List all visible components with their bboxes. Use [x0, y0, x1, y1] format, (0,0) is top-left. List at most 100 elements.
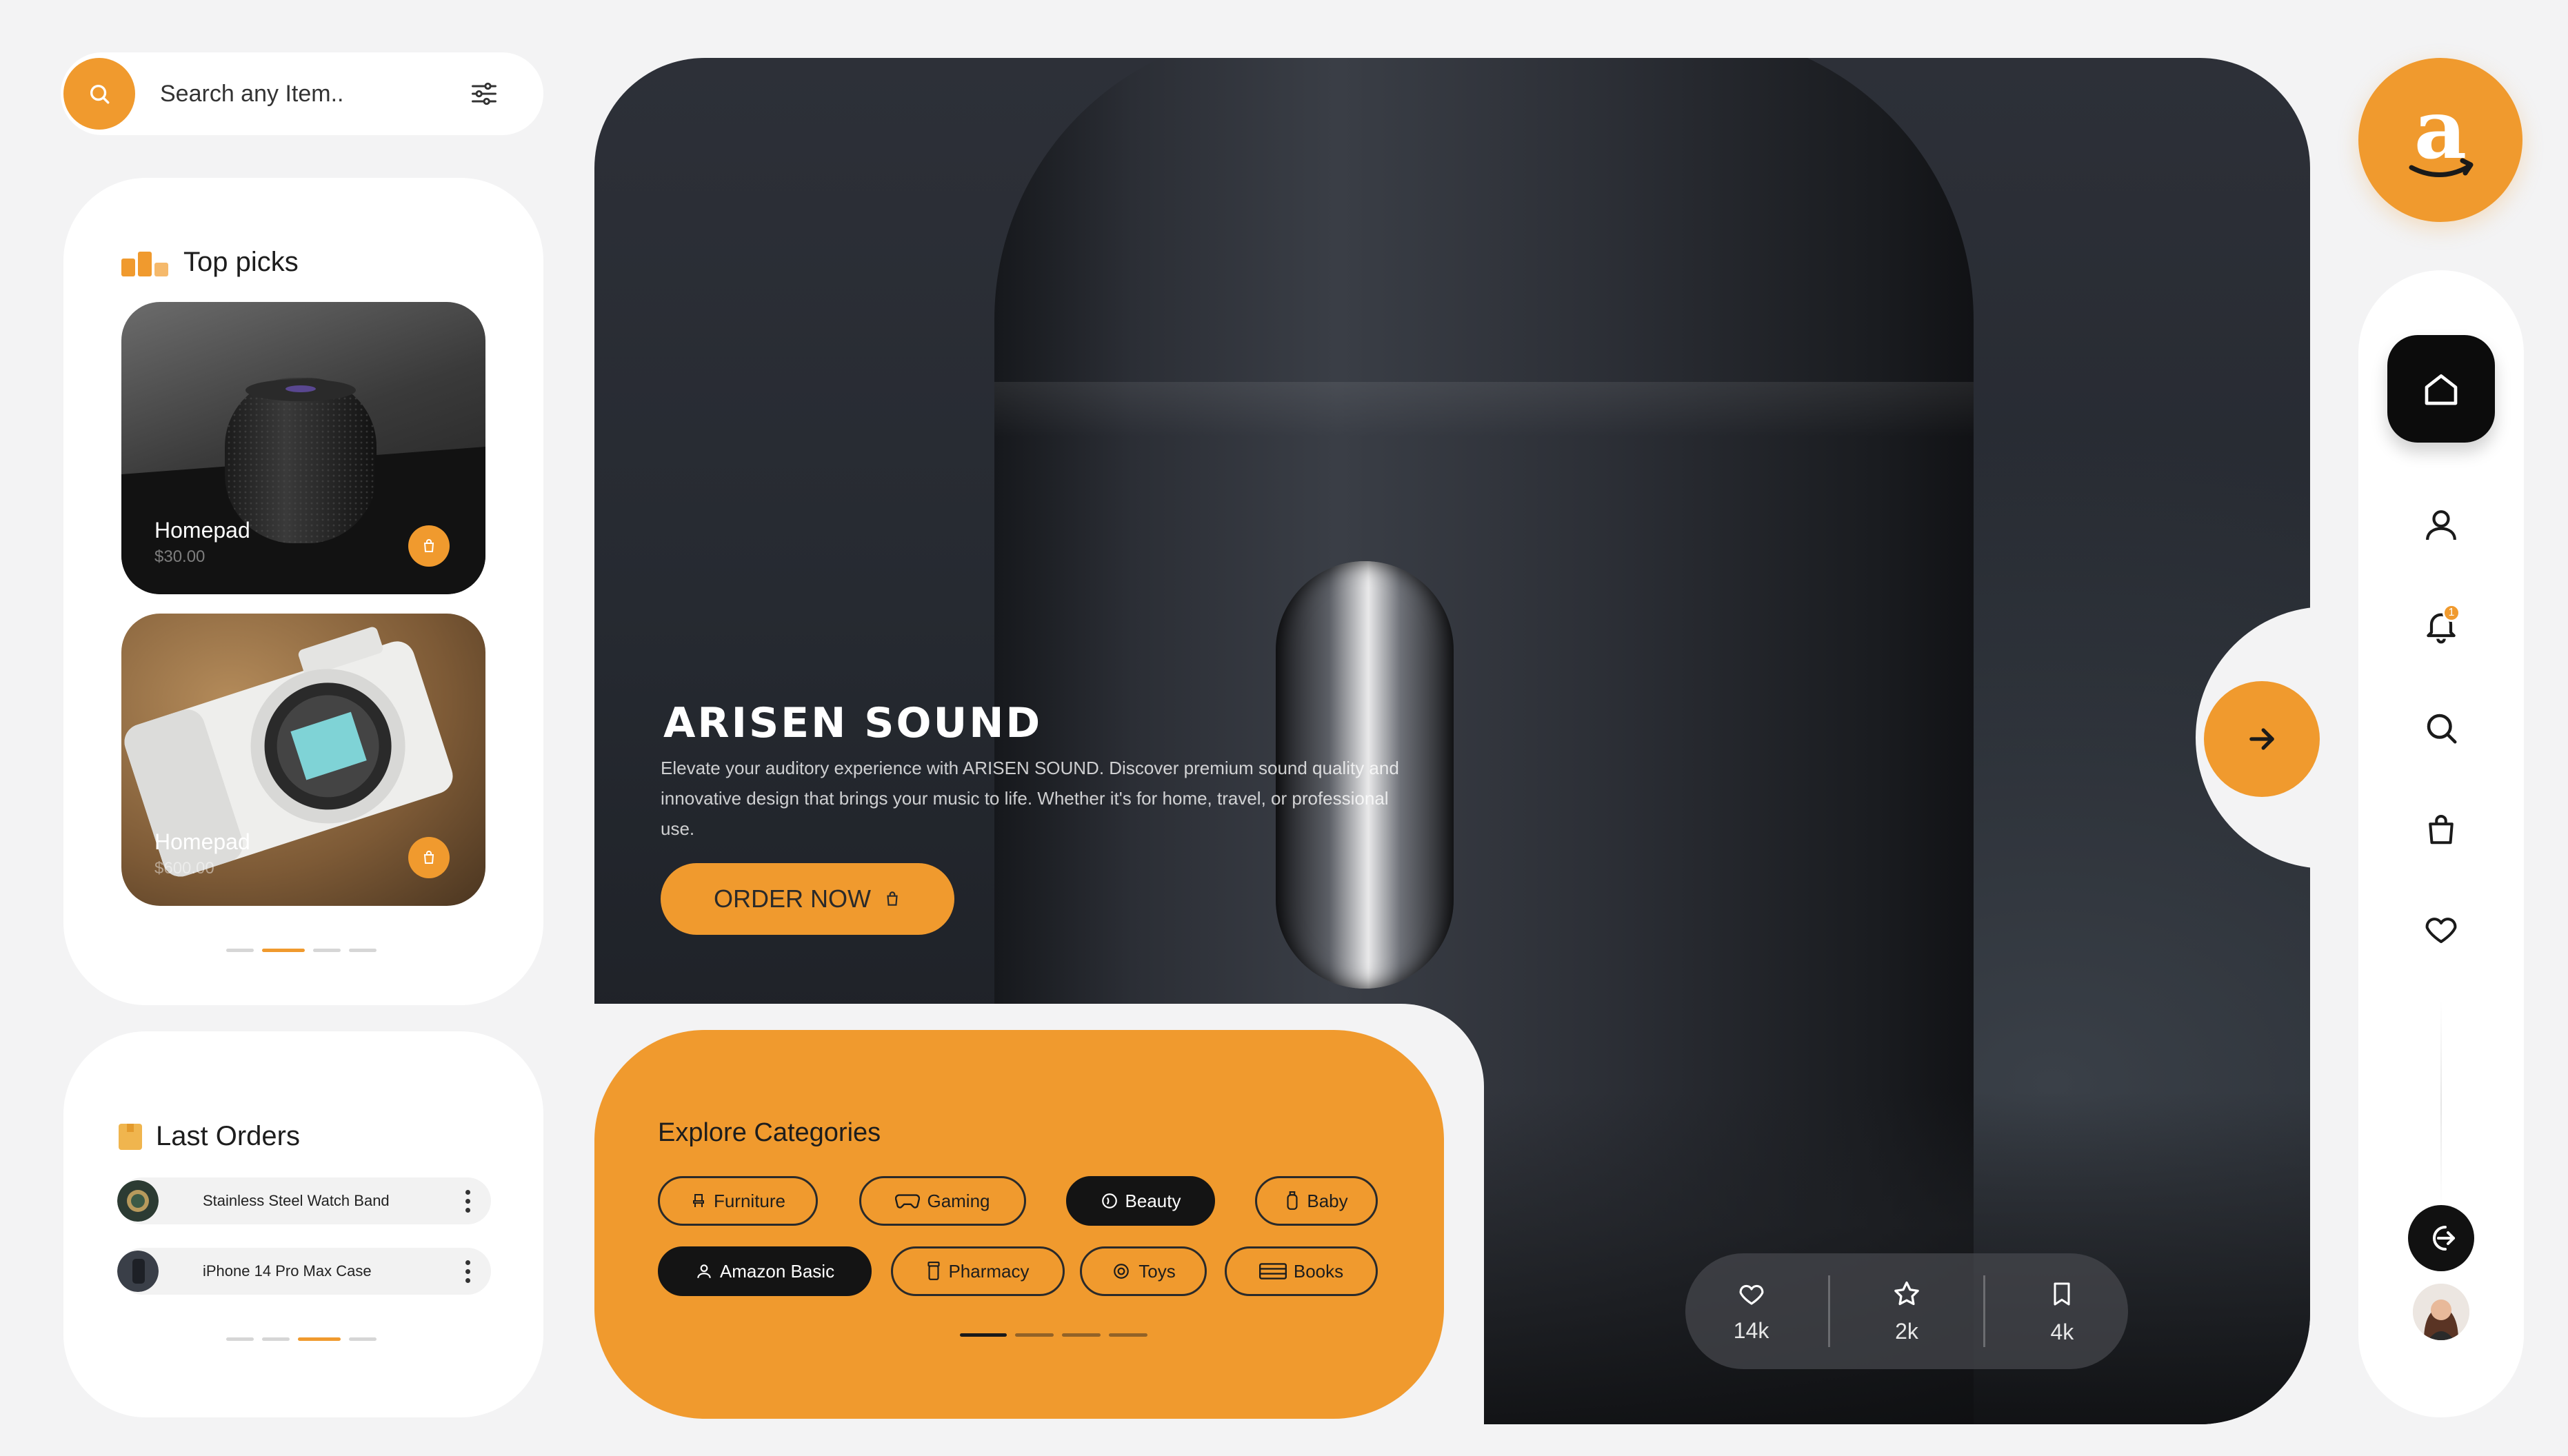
- last-orders-card: Last Orders Stainless Steel Watch Band i…: [63, 1031, 543, 1417]
- pagination-dot[interactable]: [1015, 1333, 1054, 1337]
- category-chip-gaming[interactable]: Gaming: [859, 1176, 1026, 1226]
- more-options-icon[interactable]: [454, 1251, 481, 1292]
- shopping-bag-icon: [2429, 814, 2454, 845]
- search-button[interactable]: [63, 58, 135, 130]
- category-chip-furniture[interactable]: Furniture: [658, 1176, 818, 1226]
- add-to-bag-button[interactable]: [408, 837, 450, 878]
- arrow-right-icon: [2249, 728, 2274, 750]
- heart-icon: [2425, 918, 2457, 944]
- divider: [1827, 1275, 1830, 1347]
- box-icon: [119, 1123, 142, 1150]
- hero-description: Elevate your auditory experience with AR…: [661, 758, 1399, 839]
- search-icon: [90, 84, 110, 104]
- pagination-dot-active[interactable]: [298, 1337, 341, 1341]
- baby-bottle-icon: [1287, 1191, 1298, 1210]
- category-chip-books[interactable]: Books: [1225, 1246, 1378, 1296]
- product-price: $600.00: [154, 859, 214, 878]
- search-input[interactable]: Search any Item..: [160, 81, 463, 108]
- category-chip-beauty[interactable]: Beauty: [1066, 1176, 1215, 1226]
- logout-button[interactable]: [2408, 1205, 2474, 1271]
- product-name: Homepad: [154, 518, 250, 543]
- pagination-dot[interactable]: [349, 1337, 377, 1341]
- top-picks-title: Top picks: [183, 247, 299, 277]
- stars-count: 2k: [1895, 1318, 1918, 1344]
- order-row[interactable]: iPhone 14 Pro Max Case: [117, 1248, 491, 1295]
- last-orders-pagination: [226, 1337, 377, 1341]
- product-card[interactable]: Homepad $600.00: [121, 614, 485, 906]
- nav-bag[interactable]: [2414, 801, 2469, 856]
- gamepad-icon: [895, 1194, 921, 1209]
- nav-notifications[interactable]: 1: [2414, 598, 2469, 654]
- amazon-logo-button[interactable]: a: [2358, 58, 2522, 222]
- top-picks-header: Top picks: [121, 247, 299, 278]
- pagination-dot[interactable]: [262, 1337, 290, 1341]
- pagination-dot[interactable]: [1062, 1333, 1101, 1337]
- book-icon: [1258, 1263, 1287, 1280]
- filter-icon[interactable]: [463, 73, 505, 114]
- pagination-dot[interactable]: [1109, 1333, 1147, 1337]
- category-label: Books: [1293, 1260, 1344, 1282]
- avatar-image: [2413, 1284, 2469, 1340]
- category-chip-amazon-basic[interactable]: Amazon Basic: [658, 1246, 872, 1296]
- category-label: Furniture: [713, 1190, 786, 1211]
- user-icon: [2426, 510, 2456, 540]
- category-chip-pharmacy[interactable]: Pharmacy: [891, 1246, 1065, 1296]
- nav-profile[interactable]: [2414, 498, 2469, 553]
- category-label: Pharmacy: [948, 1260, 1030, 1282]
- side-navigation: 1: [2358, 270, 2524, 1417]
- amazon-logo-icon: a: [2409, 92, 2474, 177]
- beauty-icon: [1101, 1193, 1117, 1209]
- pagination-dot[interactable]: [226, 949, 254, 952]
- pagination-dot[interactable]: [226, 1337, 254, 1341]
- svg-text:a: a: [2414, 92, 2467, 177]
- pagination-dot-active[interactable]: [960, 1333, 1007, 1337]
- user-avatar[interactable]: [2413, 1284, 2469, 1340]
- category-label: Gaming: [927, 1190, 990, 1211]
- pagination-dot[interactable]: [349, 949, 377, 952]
- divider: [1983, 1275, 1986, 1347]
- next-slide-button[interactable]: [2204, 681, 2320, 797]
- last-orders-header: Last Orders: [119, 1121, 300, 1152]
- logout-icon: [2433, 1226, 2455, 1251]
- saves-stat[interactable]: 4k: [2007, 1278, 2117, 1345]
- add-to-bag-button[interactable]: [408, 525, 450, 567]
- amazon-basic-icon: [697, 1264, 711, 1278]
- nav-favorites[interactable]: [2414, 902, 2469, 957]
- speaker-highlight: [994, 382, 1974, 437]
- pagination-dot[interactable]: [313, 949, 341, 952]
- category-chip-baby[interactable]: Baby: [1255, 1176, 1378, 1226]
- order-item-name: Stainless Steel Watch Band: [203, 1192, 390, 1209]
- product-card[interactable]: Homepad $30.00: [121, 302, 485, 594]
- podium-icon: [121, 251, 168, 276]
- nav-search[interactable]: [2414, 700, 2469, 756]
- product-name: Homepad: [154, 829, 250, 854]
- notification-badge: 1: [2442, 604, 2460, 622]
- bag-icon: [423, 851, 434, 864]
- more-options-icon[interactable]: [454, 1180, 481, 1222]
- category-chip-toys[interactable]: Toys: [1080, 1246, 1207, 1296]
- watch-band-thumbnail: [117, 1180, 159, 1222]
- category-label: Amazon Basic: [719, 1260, 835, 1282]
- category-label: Baby: [1307, 1190, 1348, 1211]
- search-icon: [2427, 714, 2457, 744]
- likes-count: 14k: [1733, 1317, 1769, 1343]
- phone-case-thumbnail: [117, 1251, 159, 1292]
- likes-stat[interactable]: 14k: [1696, 1280, 1807, 1344]
- order-now-button[interactable]: ORDER NOW: [661, 863, 954, 935]
- toy-icon: [1114, 1264, 1130, 1279]
- categories-card: Explore Categories Furniture Gaming Beau…: [594, 1030, 1444, 1419]
- pagination-dot-active[interactable]: [262, 949, 305, 952]
- search-bar[interactable]: Search any Item..: [61, 52, 543, 135]
- order-row[interactable]: Stainless Steel Watch Band: [117, 1177, 491, 1224]
- nav-home[interactable]: [2387, 335, 2495, 443]
- engagement-stats: 14k 2k 4k: [1685, 1253, 2128, 1369]
- home-icon: [2425, 374, 2458, 405]
- order-item-name: iPhone 14 Pro Max Case: [203, 1262, 372, 1280]
- category-label: Beauty: [1125, 1190, 1181, 1211]
- categories-title: Explore Categories: [658, 1118, 881, 1147]
- stars-stat[interactable]: 2k: [1852, 1279, 1962, 1344]
- heart-icon: [1739, 1284, 1763, 1305]
- category-label: Toys: [1138, 1260, 1176, 1282]
- bag-icon: [423, 539, 434, 552]
- saves-count: 4k: [2050, 1319, 2074, 1344]
